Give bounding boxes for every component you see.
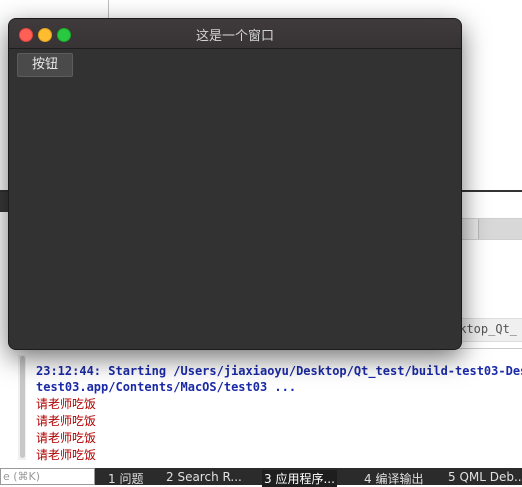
output-scroll-thumb[interactable] xyxy=(20,356,25,458)
locator-input[interactable]: e (⌘K) xyxy=(0,468,95,485)
output-line-message: 请老师吃饭 xyxy=(36,431,97,445)
tab-compile-output[interactable]: 4 编译输出 xyxy=(364,470,423,487)
ide-toolbar-segment[interactable] xyxy=(478,219,522,239)
tab-application-output[interactable]: 3 应用程序... xyxy=(262,470,337,487)
output-line-message: 请老师吃饭 xyxy=(36,397,97,411)
app-window: 这是一个窗口 按钮 xyxy=(8,18,462,350)
tab-issues[interactable]: 1 问题 xyxy=(108,470,143,487)
locator-placeholder: e (⌘K) xyxy=(3,470,41,483)
ide-divider xyxy=(108,0,109,18)
output-line-message: 请老师吃饭 xyxy=(36,448,97,462)
output-line-path: test03.app/Contents/MacOS/test03 ... xyxy=(36,380,297,394)
window-titlebar[interactable]: 这是一个窗口 xyxy=(9,19,461,49)
output-line-message: 请老师吃饭 xyxy=(36,414,97,428)
window-title: 这是一个窗口 xyxy=(195,29,274,44)
push-button[interactable]: 按钮 xyxy=(17,53,73,77)
tab-qml-debugger[interactable]: 5 QML Deb... xyxy=(448,470,522,484)
output-line-start: 23:12:44: Starting /Users/jiaxiaoyu/Desk… xyxy=(36,364,522,378)
tab-search-results[interactable]: 2 Search R... xyxy=(166,470,242,484)
